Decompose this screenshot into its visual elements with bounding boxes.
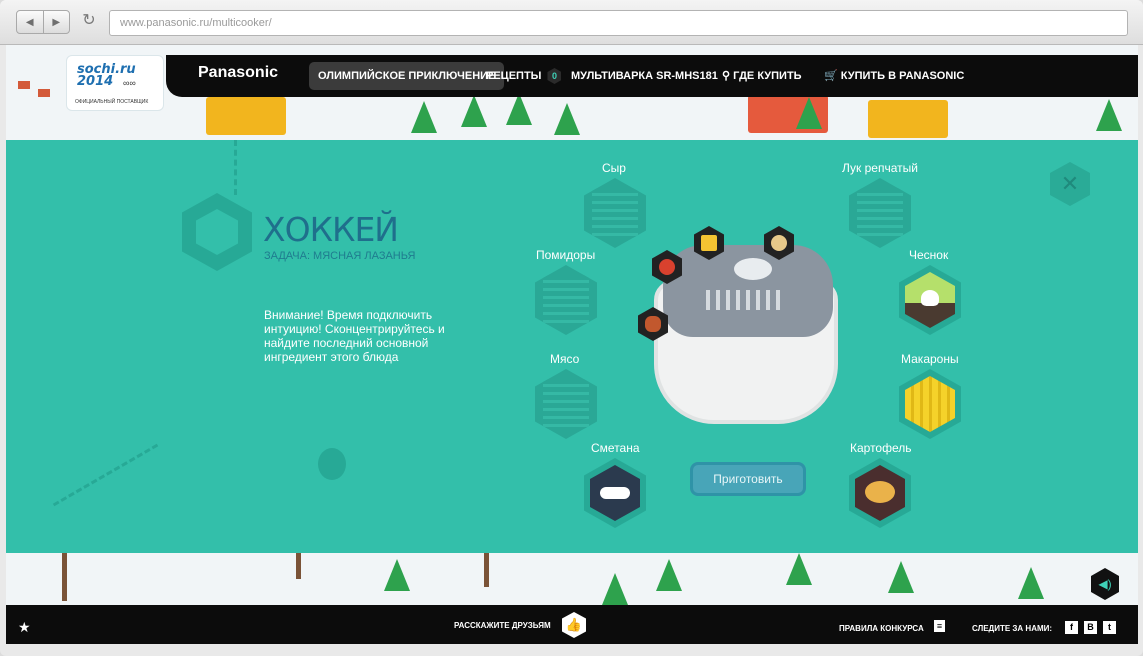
ingredient-slot-meat[interactable] — [535, 369, 597, 439]
thumbs-up-icon[interactable]: 👍 — [562, 612, 586, 638]
browser-toolbar: ◀ ▶ ↻ www.panasonic.ru/multicooker/ — [0, 0, 1143, 45]
loading-star-icon: ★ — [18, 619, 31, 635]
page: sochi.ru 2014 ∞∞ ОФИЦИАЛЬНЫЙ ПОСТАВЩИК P… — [6, 45, 1138, 644]
bleachers-graphic — [206, 97, 286, 135]
cook-button[interactable]: Приготовить — [690, 462, 806, 496]
ingredient-label-meat: Мясо — [550, 352, 580, 366]
document-icon[interactable]: ≡ — [934, 620, 945, 632]
bleachers-graphic — [868, 100, 948, 138]
nav-olympic-adventure[interactable]: ОЛИМПИЙСКОЕ ПРИКЛЮЧЕНИЕ — [309, 62, 505, 90]
nav-multicooker[interactable]: МУЛЬТИВАРКА SR-MHS181 — [571, 62, 718, 90]
ingredient-slot-tomatoes[interactable] — [535, 265, 597, 335]
potato-icon — [855, 465, 905, 521]
sport-title: ХОККЕЙ — [263, 210, 399, 249]
nav-recipes-label: РЕЦЕПТЫ — [486, 70, 542, 82]
flag-icon — [38, 89, 50, 97]
tree-icon — [888, 561, 914, 593]
reload-icon[interactable]: ↻ — [80, 12, 98, 30]
tree-icon — [411, 101, 437, 133]
tree-icon — [1096, 99, 1122, 131]
tree-trunk — [62, 553, 67, 601]
multicooker-buttons — [706, 290, 786, 310]
recipes-count-badge: 0 — [547, 68, 562, 84]
garlic-icon — [905, 272, 955, 328]
twitter-icon[interactable]: t — [1103, 621, 1116, 634]
map-pin-icon: ⚲ — [722, 70, 731, 82]
close-icon[interactable]: ✕ — [1050, 162, 1090, 206]
top-navigation: Panasonic ОЛИМПИЙСКОЕ ПРИКЛЮЧЕНИЕ РЕЦЕПТ… — [166, 55, 1138, 97]
game-panel: ХОККЕЙ ЗАДАЧА: МЯСНАЯ ЛАЗАНЬЯ Внимание! … — [6, 140, 1138, 555]
share-label[interactable]: РАССКАЖИТЕ ДРУЗЬЯМ — [454, 621, 551, 630]
sour-cream-icon — [590, 465, 640, 521]
tree-icon — [602, 573, 628, 605]
flag-icon — [18, 81, 30, 89]
ingredient-slot-pasta[interactable] — [899, 369, 961, 439]
tree-icon — [554, 103, 580, 135]
back-button[interactable]: ◀ — [17, 11, 44, 33]
nav-where-to-buy[interactable]: ⚲ ГДЕ КУПИТЬ — [722, 62, 802, 90]
facebook-icon[interactable]: f — [1065, 621, 1078, 634]
winter-scene-bottom — [6, 553, 1138, 605]
official-supplier-label: ОФИЦИАЛЬНЫЙ ПОСТАВЩИК — [75, 99, 149, 105]
pasta-icon — [905, 376, 955, 432]
sochi-2014-logo[interactable]: sochi.ru 2014 ∞∞ ОФИЦИАЛЬНЫЙ ПОСТАВЩИК — [66, 55, 164, 111]
ingredient-label-sour-cream: Сметана — [591, 441, 640, 455]
ingredient-label-onion: Лук репчатый — [842, 161, 918, 175]
tree-icon — [656, 559, 682, 591]
ingredient-slot-sour-cream[interactable] — [584, 458, 646, 528]
ingredient-label-cheese: Сыр — [602, 161, 626, 175]
tree-icon — [786, 553, 812, 585]
tree-icon — [461, 95, 487, 127]
nav-recipes[interactable]: РЕЦЕПТЫ 0 — [486, 62, 562, 90]
nav-buy-label: КУПИТЬ В PANASONIC — [840, 70, 965, 82]
sochi-logo-text: sochi.ru 2014 — [77, 62, 136, 89]
nav-where-to-buy-label: ГДЕ КУПИТЬ — [733, 70, 802, 82]
panasonic-logo[interactable]: Panasonic — [198, 64, 278, 82]
cart-icon: 🛒 — [824, 70, 838, 82]
pot-icon — [318, 448, 346, 480]
footer: РАССКАЖИТЕ ДРУЗЬЯМ 👍 ПРАВИЛА КОНКУРСА ≡ … — [6, 605, 1138, 644]
ingredient-slot-onion[interactable] — [849, 178, 911, 248]
forward-button[interactable]: ▶ — [44, 11, 70, 33]
tree-trunk — [296, 553, 301, 579]
hint-text: Внимание! Время подключить интуицию! Ско… — [264, 308, 445, 364]
browser-window: ◀ ▶ ↻ www.panasonic.ru/multicooker/ soch… — [0, 0, 1143, 656]
ingredient-slot-cheese[interactable] — [584, 178, 646, 248]
path-line — [234, 140, 237, 195]
follow-label: СЛЕДИТЕ ЗА НАМИ: — [972, 624, 1053, 633]
tree-trunk — [484, 553, 489, 587]
tree-icon — [384, 559, 410, 591]
task-label: ЗАДАЧА: МЯСНАЯ ЛАЗАНЬЯ — [264, 250, 416, 262]
ingredient-slot-garlic[interactable] — [899, 265, 961, 335]
rules-link[interactable]: ПРАВИЛА КОНКУРСА — [839, 624, 924, 633]
tree-icon — [1018, 567, 1044, 599]
vk-icon[interactable]: В — [1084, 621, 1097, 634]
ingredient-label-potato: Картофель — [850, 441, 912, 455]
address-bar[interactable]: www.panasonic.ru/multicooker/ — [109, 10, 1128, 36]
ingredient-label-tomatoes: Помидоры — [536, 248, 596, 262]
ingredient-label-pasta: Макароны — [901, 352, 959, 366]
ingredient-slot-potato[interactable] — [849, 458, 911, 528]
olympic-rings-icon: ∞∞ — [123, 78, 136, 88]
ingredient-label-garlic: Чеснок — [909, 248, 949, 262]
multicooker-display — [734, 258, 772, 280]
path-line — [52, 443, 159, 507]
history-buttons: ◀ ▶ — [16, 10, 70, 34]
tree-icon — [796, 97, 822, 129]
tree-icon — [506, 93, 532, 125]
nav-buy-panasonic[interactable]: 🛒 КУПИТЬ В PANASONIC — [824, 62, 964, 90]
